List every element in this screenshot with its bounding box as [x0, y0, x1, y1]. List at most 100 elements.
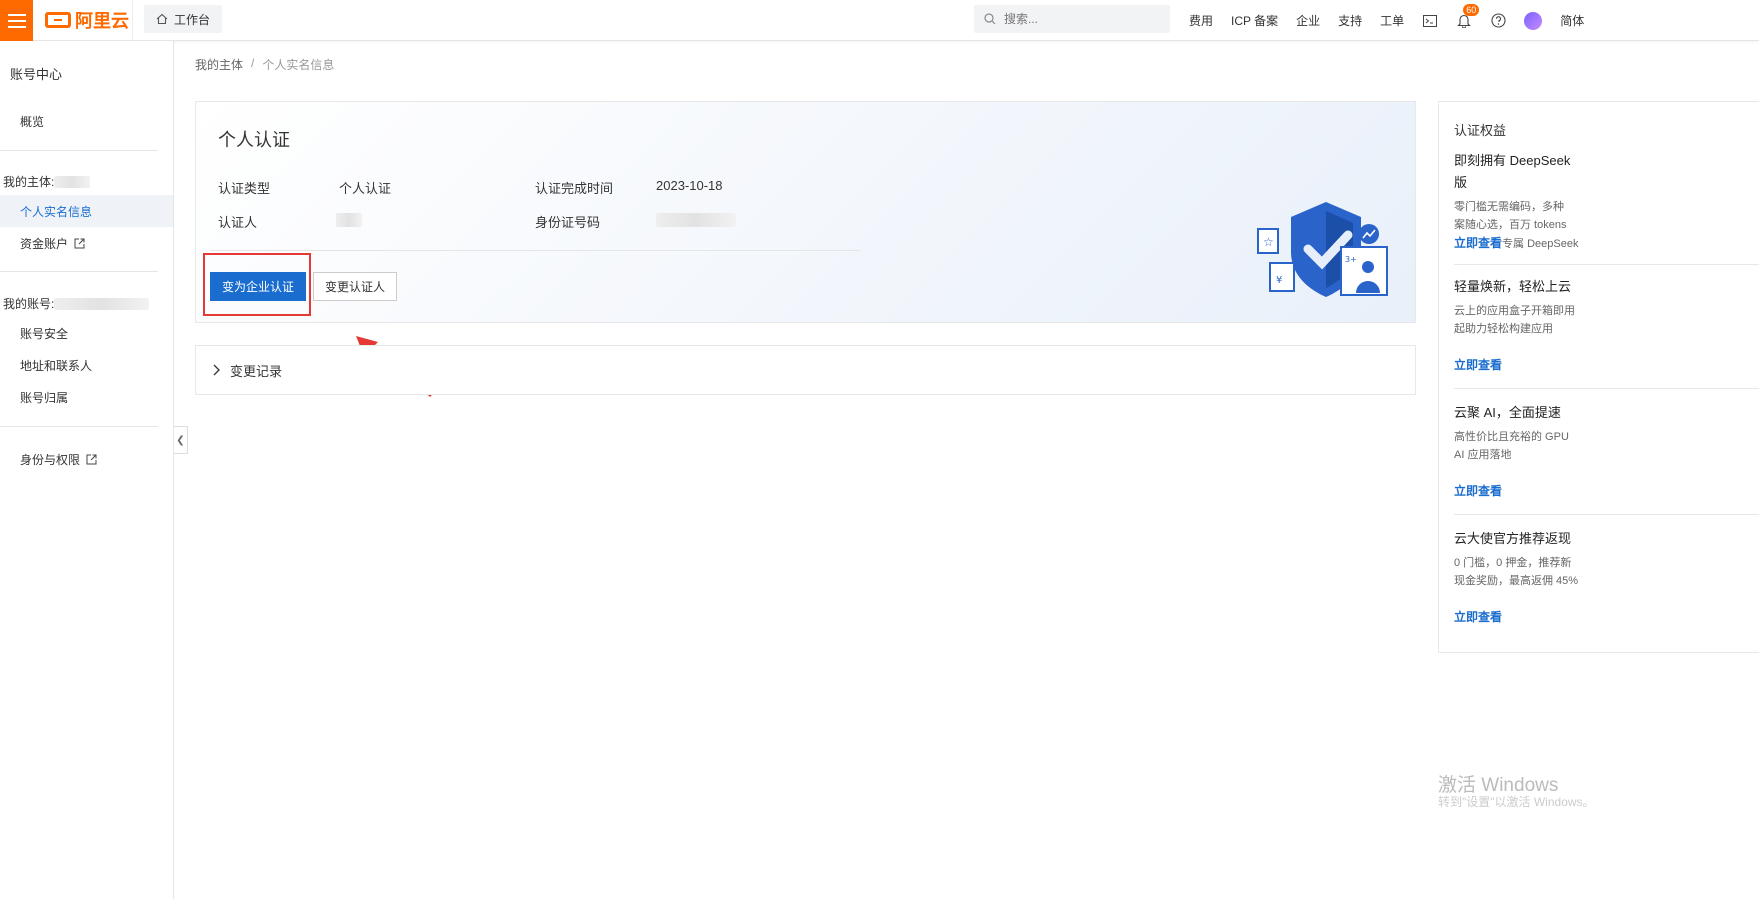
sidebar-item-account-security[interactable]: 账号安全	[20, 325, 68, 342]
logo-text: 阿里云	[75, 11, 129, 31]
promo-card: 云大使官方推荐返现 0 门槛，0 押金，推荐新 现金奖励，最高返佣 45% 立即…	[1454, 528, 1759, 627]
svg-text:¥: ¥	[1276, 275, 1282, 286]
divider	[210, 250, 860, 251]
promo-desc: AI 应用落地	[1454, 449, 1512, 461]
shield-check-illustration-icon: ☆ ¥ 3+	[1257, 202, 1388, 297]
sidebar-collapse-button[interactable]: ❮	[174, 426, 188, 454]
redacted-id-number	[656, 213, 736, 227]
promo-desc: 起助力轻松构建应用	[1454, 323, 1553, 335]
bell-icon[interactable]: 60	[1456, 3, 1480, 29]
divider	[0, 426, 158, 427]
sidebar-item-label: 个人实名信息	[20, 205, 93, 219]
nav-icp[interactable]: ICP 备案	[1231, 12, 1278, 29]
sidebar: 账号中心 概览 我的主体: 个人实名信息 资金账户 我的账号: 账号安全 地址和…	[0, 41, 174, 899]
sidebar-item-label: 概览	[20, 115, 45, 129]
promo-title: 云聚 AI，全面提速	[1454, 405, 1561, 420]
account-group-label: 我的账号:	[3, 295, 150, 312]
nav-enterprise[interactable]: 企业	[1296, 12, 1320, 29]
notification-badge: 60	[1463, 3, 1480, 16]
terminal-icon[interactable]	[1422, 13, 1438, 29]
sidebar-item-label: 身份与权限	[20, 453, 81, 467]
redacted-value	[54, 297, 150, 310]
nav-ticket[interactable]: 工单	[1380, 12, 1404, 29]
promo-desc: 云上的应用盒子开箱即用	[1454, 305, 1575, 317]
change-cert-person-button[interactable]: 变更认证人	[313, 272, 397, 301]
promo-desc: 高性价比且充裕的 GPU	[1454, 431, 1569, 443]
sidebar-item-address-contacts[interactable]: 地址和联系人	[20, 357, 92, 374]
windows-activation-hint: 转到"设置"以激活 Windows。	[1438, 795, 1595, 809]
search-input[interactable]	[1004, 12, 1154, 26]
top-nav: 费用 ICP 备案 企业 支持 工单 60 简体	[1189, 0, 1584, 41]
promo-card: 轻量焕新，轻松上云 云上的应用盒子开箱即用 起助力轻松构建应用 立即查看	[1454, 276, 1759, 375]
promo-desc: 专属 DeepSeek	[1502, 238, 1579, 250]
breadcrumb-current: 个人实名信息	[262, 58, 335, 72]
sidebar-title: 账号中心	[10, 67, 63, 82]
nav-fees[interactable]: 费用	[1189, 12, 1213, 29]
records-label: 变更记录	[230, 363, 283, 379]
search-box[interactable]	[974, 5, 1170, 33]
workbench-label: 工作台	[174, 12, 211, 27]
sidebar-item-real-name-info[interactable]: 个人实名信息	[20, 203, 92, 220]
promo-card: 即刻拥有 DeepSeek 版 零门槛无需编码，多种 案随心选，百万 token…	[1454, 150, 1759, 253]
avatar[interactable]	[1524, 11, 1543, 30]
group-label: 我的主体:	[3, 175, 55, 189]
language-switch[interactable]: 简体	[1560, 12, 1584, 29]
sidebar-item-identity-permissions[interactable]: 身份与权限	[20, 451, 97, 468]
promo-title: 版	[1454, 175, 1468, 190]
promo-title: 即刻拥有 DeepSeek	[1454, 153, 1571, 168]
home-icon	[156, 13, 168, 25]
sidebar-item-label: 资金账户	[20, 237, 69, 251]
promo-title: 轻量焕新，轻松上云	[1454, 279, 1572, 294]
workbench-button[interactable]: 工作台	[144, 5, 223, 33]
highlight-box	[203, 253, 311, 316]
divider	[0, 271, 158, 272]
divider	[132, 0, 133, 41]
cert-completed-value: 2023-10-18	[656, 178, 723, 193]
breadcrumb-root[interactable]: 我的主体	[195, 56, 243, 73]
promo-title: 云大使官方推荐返现	[1454, 531, 1572, 546]
promo-desc: 现金奖励，最高返佣 45%	[1454, 575, 1579, 587]
redacted-person-name	[336, 213, 362, 227]
promo-desc: 案随心选，百万 tokens	[1454, 219, 1567, 231]
cert-type-value: 个人认证	[339, 181, 392, 196]
sidebar-item-label: 账号归属	[20, 391, 69, 405]
promo-link[interactable]: 立即查看	[1454, 484, 1502, 498]
change-records-collapse[interactable]: 变更记录	[195, 345, 1416, 395]
nav-support[interactable]: 支持	[1338, 12, 1362, 29]
promo-link[interactable]: 立即查看	[1454, 236, 1502, 250]
chevron-right-icon	[213, 364, 220, 376]
promo-desc: 零门槛无需编码，多种	[1454, 201, 1564, 213]
divider	[1454, 388, 1759, 389]
entity-group-label: 我的主体:	[3, 173, 91, 190]
promo-link[interactable]: 立即查看	[1454, 610, 1502, 624]
top-bar: 阿里云 工作台 费用 ICP 备案 企业 支持 工单 60 简体	[0, 0, 1759, 41]
cert-completed-label: 认证完成时间	[535, 181, 614, 196]
aliyun-logo[interactable]: 阿里云	[45, 9, 129, 31]
promo-link[interactable]: 立即查看	[1454, 358, 1502, 372]
search-icon	[984, 13, 996, 25]
menu-icon[interactable]	[0, 0, 33, 41]
aliyun-logo-mark-icon	[45, 12, 71, 28]
card-title: 个人认证	[218, 130, 290, 150]
cert-benefits-panel: 认证权益 即刻拥有 DeepSeek 版 零门槛无需编码，多种 案随心选，百万 …	[1438, 101, 1759, 653]
group-label: 我的账号:	[3, 297, 55, 311]
sidebar-item-fund-account[interactable]: 资金账户	[20, 235, 85, 252]
breadcrumb-separator: /	[251, 56, 255, 70]
help-icon[interactable]	[1490, 13, 1506, 29]
cert-type-label: 认证类型	[218, 181, 271, 196]
chevron-left-icon: ❮	[176, 434, 185, 446]
panel-title: 认证权益	[1454, 123, 1507, 138]
breadcrumb: 我的主体 / 个人实名信息	[195, 56, 334, 73]
external-link-icon	[86, 454, 97, 465]
divider	[1454, 514, 1759, 515]
svg-text:☆: ☆	[1263, 235, 1274, 249]
sidebar-item-account-ownership[interactable]: 账号归属	[20, 389, 68, 406]
sidebar-item-label: 账号安全	[20, 327, 69, 341]
sidebar-item-label: 地址和联系人	[20, 359, 93, 373]
external-link-icon	[74, 238, 85, 249]
promo-card: 云聚 AI，全面提速 高性价比且充裕的 GPU AI 应用落地 立即查看	[1454, 402, 1759, 501]
redacted-value	[54, 175, 91, 188]
sidebar-item-overview[interactable]: 概览	[20, 113, 44, 130]
divider	[0, 150, 158, 151]
promo-desc: 0 门槛，0 押金，推荐新	[1454, 557, 1572, 569]
